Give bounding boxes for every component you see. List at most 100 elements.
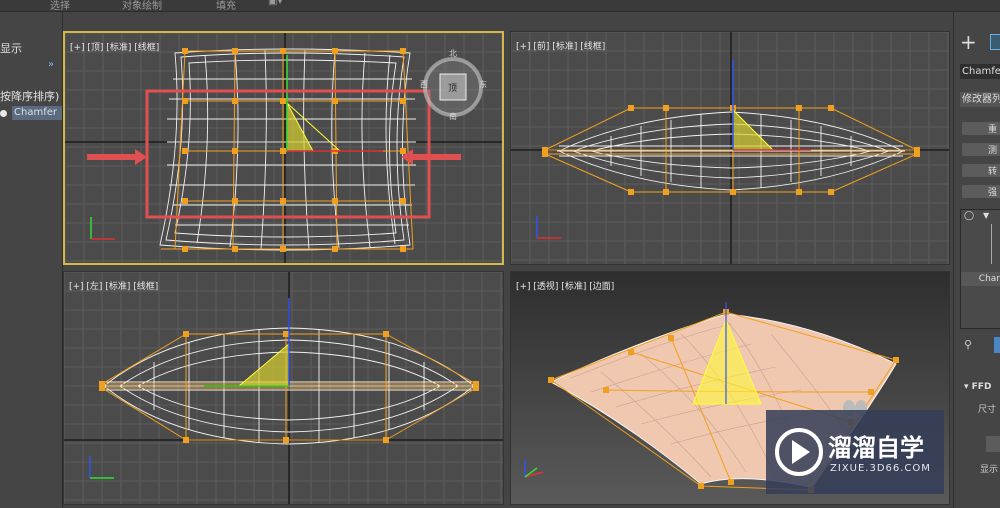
menu-item-populate[interactable]: 填充: [216, 0, 236, 12]
ffd-control-point[interactable]: [280, 148, 286, 154]
ffd-control-point[interactable]: [400, 246, 406, 252]
ffd-control-point[interactable]: [728, 479, 734, 485]
viewport-left-label[interactable]: [+] [左] [标准] [线框]: [69, 279, 158, 292]
ffd-control-point[interactable]: [868, 389, 874, 395]
viewcube-west[interactable]: 西: [420, 79, 428, 90]
modifier-gizmo: [732, 108, 775, 151]
viewport-perspective-label[interactable]: [+] [透视] [标准] [边面]: [516, 279, 614, 292]
ffd-control-point[interactable]: [668, 335, 674, 341]
ffd-control-point[interactable]: [828, 189, 834, 195]
ffd-control-point[interactable]: [280, 98, 286, 104]
expand-icon[interactable]: »: [48, 59, 54, 70]
modifier-set-button-1[interactable]: 重: [962, 122, 1000, 135]
viewcube-face-label[interactable]: 顶: [448, 81, 457, 94]
modifier-gizmo: [237, 342, 290, 387]
menu-item-object-paint[interactable]: 对象绘制: [122, 0, 162, 12]
viewcube-east[interactable]: 东: [479, 79, 487, 90]
modifier-gizmo: [286, 102, 314, 152]
ffd-control-point[interactable]: [332, 198, 338, 204]
ffd-control-point[interactable]: [796, 105, 802, 111]
ffd-control-point[interactable]: [280, 198, 286, 204]
arrow-pointing-left: [401, 149, 461, 165]
viewport-top-label[interactable]: [+] [顶] [标准] [线框]: [70, 40, 159, 53]
stack-tree-line: [991, 224, 1000, 264]
viewcube-south[interactable]: 南: [449, 111, 457, 122]
ffd-control-point[interactable]: [182, 48, 188, 54]
ffd-control-point[interactable]: [232, 98, 238, 104]
ffd-control-point[interactable]: [182, 98, 188, 104]
paint-dropdown-icon[interactable]: ▣▾: [268, 0, 282, 7]
menu-item-select[interactable]: 选择: [50, 0, 70, 12]
ffd-control-point[interactable]: [332, 48, 338, 54]
ffd-control-point[interactable]: [400, 98, 406, 104]
create-tab-icon[interactable]: +: [960, 32, 977, 52]
ffd-control-point[interactable]: [283, 437, 289, 443]
viewport-left[interactable]: [+] [左] [标准] [线框]: [63, 271, 504, 505]
ffd-control-point[interactable]: [628, 349, 634, 355]
ffd-control-point[interactable]: [628, 189, 634, 195]
ffd-control-point[interactable]: [182, 198, 188, 204]
ffd-control-point[interactable]: [280, 246, 286, 252]
ffd-control-point[interactable]: [383, 437, 389, 443]
ffd-control-point[interactable]: [332, 246, 338, 252]
modifier-set-button-3[interactable]: 转: [962, 164, 1000, 177]
pin-stack-icon[interactable]: ⚲: [964, 338, 972, 351]
ffd-control-point[interactable]: [796, 189, 802, 195]
ffd-control-point[interactable]: [603, 387, 609, 393]
modifier-set-button-4[interactable]: 强: [962, 185, 1000, 198]
ffd-control-point[interactable]: [182, 246, 188, 252]
ffd-control-point[interactable]: [548, 377, 554, 383]
ffd-control-point[interactable]: [232, 148, 238, 154]
modifier-set-button-2[interactable]: 测: [962, 143, 1000, 156]
ffd-control-point[interactable]: [332, 98, 338, 104]
ffd-control-point[interactable]: [698, 483, 704, 489]
ffd-control-point[interactable]: [280, 48, 286, 54]
ffd-control-point[interactable]: [628, 105, 634, 111]
ffd-control-point[interactable]: [99, 385, 105, 391]
arrow-pointing-right: [87, 149, 147, 165]
top-view-canvas: [65, 33, 502, 263]
ffd-control-point[interactable]: [183, 331, 189, 337]
ffd-control-point[interactable]: [400, 48, 406, 54]
ffd-control-point[interactable]: [828, 105, 834, 111]
menu-bar: 选择 对象绘制 填充 ▣▾: [0, 0, 1000, 12]
ffd-rollout-label: FFD: [971, 382, 992, 392]
viewport-front-label[interactable]: [+] [前] [标准] [线框]: [516, 39, 605, 52]
ffd-control-point[interactable]: [283, 331, 289, 337]
sort-label[interactable]: 按降序排序): [0, 88, 59, 104]
ffd-control-point[interactable]: [400, 198, 406, 204]
viewport-top[interactable]: [+] [顶] [标准] [线框] 北 东 南 西 顶: [63, 31, 504, 265]
set-lattice-button[interactable]: [986, 436, 1000, 452]
ffd-control-point[interactable]: [400, 148, 406, 154]
viewcube-north[interactable]: 北: [449, 48, 457, 59]
visibility-toggle-icon[interactable]: [0, 110, 7, 117]
modify-tab-icon[interactable]: [990, 34, 1000, 50]
collapse-arrow-icon[interactable]: ▼: [983, 211, 989, 220]
viewport-front[interactable]: [+] [前] [标准] [线框]: [510, 31, 950, 265]
ffd-control-point[interactable]: [663, 189, 669, 195]
active-stack-button[interactable]: [994, 337, 1000, 353]
ffd-control-point[interactable]: [914, 151, 920, 157]
left-view-canvas: [64, 272, 503, 504]
ffd-control-point[interactable]: [183, 437, 189, 443]
modifier-list-dropdown[interactable]: 修改器列: [960, 92, 1000, 107]
ffd-control-point[interactable]: [473, 385, 479, 391]
ffd-control-point[interactable]: [730, 189, 736, 195]
scene-object-item[interactable]: Chamfer: [12, 106, 62, 120]
object-name-field[interactable]: Chamfer: [960, 64, 1000, 79]
display-label[interactable]: 显示: [0, 40, 22, 56]
ffd-control-point[interactable]: [383, 331, 389, 337]
stack-base-item[interactable]: Char: [961, 272, 1000, 286]
eye-icon[interactable]: ◯: [964, 211, 974, 221]
ffd-control-point[interactable]: [232, 48, 238, 54]
modifier-stack[interactable]: ◯ ▼ Char: [960, 209, 1000, 329]
ffd-control-point[interactable]: [542, 151, 548, 157]
ffd-control-point[interactable]: [232, 198, 238, 204]
ffd-rollout-header[interactable]: ▾ FFD: [964, 382, 991, 392]
ffd-control-point[interactable]: [893, 357, 899, 363]
command-panel: + Chamfer 修改器列 重 测 转 强 ◯ ▼ Char ⚲ ▾ FFD …: [953, 12, 1000, 508]
ffd-control-point[interactable]: [232, 246, 238, 252]
ffd-control-point[interactable]: [182, 148, 188, 154]
ffd-control-point[interactable]: [663, 105, 669, 111]
watermark-logo-icon: [775, 428, 823, 476]
